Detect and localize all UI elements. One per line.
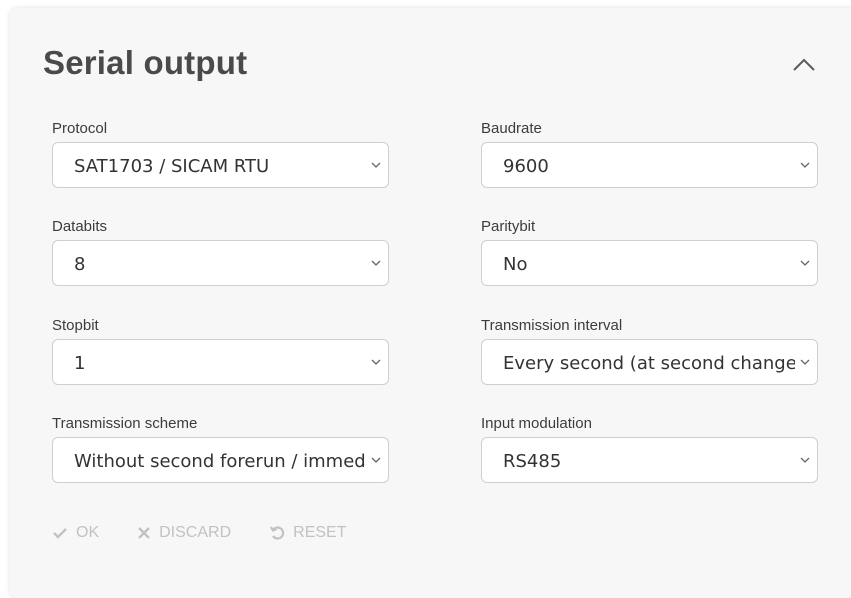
undo-icon (270, 526, 285, 540)
transmission-interval-select[interactable]: Every second (at second change) (481, 339, 818, 385)
baudrate-label: Baudrate (481, 120, 542, 137)
ok-label: OK (76, 524, 100, 541)
input-modulation-value: RS485 (503, 451, 562, 472)
protocol-label: Protocol (52, 120, 108, 137)
chevron-up-icon (793, 58, 815, 71)
collapse-button[interactable] (784, 50, 824, 80)
chevron-down-icon (800, 457, 810, 463)
chevron-down-icon (800, 260, 810, 266)
stopbit-label: Stopbit (52, 317, 99, 334)
chevron-down-icon (800, 359, 810, 365)
baudrate-select[interactable]: 9600 (481, 142, 818, 188)
discard-button[interactable]: DISCARD (137, 524, 231, 542)
input-modulation-label: Input modulation (481, 415, 592, 432)
protocol-value: SAT1703 / SICAM RTU (74, 156, 270, 177)
discard-label: DISCARD (159, 524, 232, 541)
close-icon (138, 527, 150, 539)
databits-value: 8 (74, 254, 86, 275)
ok-button[interactable]: OK (52, 524, 99, 542)
chevron-down-icon (371, 260, 381, 266)
stopbit-select[interactable]: 1 (52, 339, 389, 385)
transmission-scheme-select[interactable]: Without second forerun / immediate (52, 437, 389, 483)
transmission-scheme-value: Without second forerun / immediate (74, 451, 366, 472)
stopbit-value: 1 (74, 353, 86, 374)
chevron-down-icon (800, 162, 810, 168)
chevron-down-icon (371, 162, 381, 168)
chevron-down-icon (371, 457, 381, 463)
check-icon (53, 528, 67, 539)
protocol-select[interactable]: SAT1703 / SICAM RTU (52, 142, 389, 188)
baudrate-value: 9600 (503, 156, 549, 177)
action-bar: OK DISCARD RESET (52, 524, 384, 542)
panel-title: Serial output (43, 44, 248, 81)
transmission-interval-label: Transmission interval (481, 317, 623, 334)
serial-output-panel (10, 8, 851, 598)
paritybit-select[interactable]: No (481, 240, 818, 286)
databits-select[interactable]: 8 (52, 240, 389, 286)
chevron-down-icon (371, 359, 381, 365)
input-modulation-select[interactable]: RS485 (481, 437, 818, 483)
reset-button[interactable]: RESET (269, 524, 346, 542)
databits-label: Databits (52, 218, 108, 235)
paritybit-label: Paritybit (481, 218, 536, 235)
paritybit-value: No (503, 254, 528, 275)
transmission-interval-value: Every second (at second change) (503, 353, 795, 374)
transmission-scheme-label: Transmission scheme (52, 415, 198, 432)
reset-label: RESET (293, 524, 347, 541)
